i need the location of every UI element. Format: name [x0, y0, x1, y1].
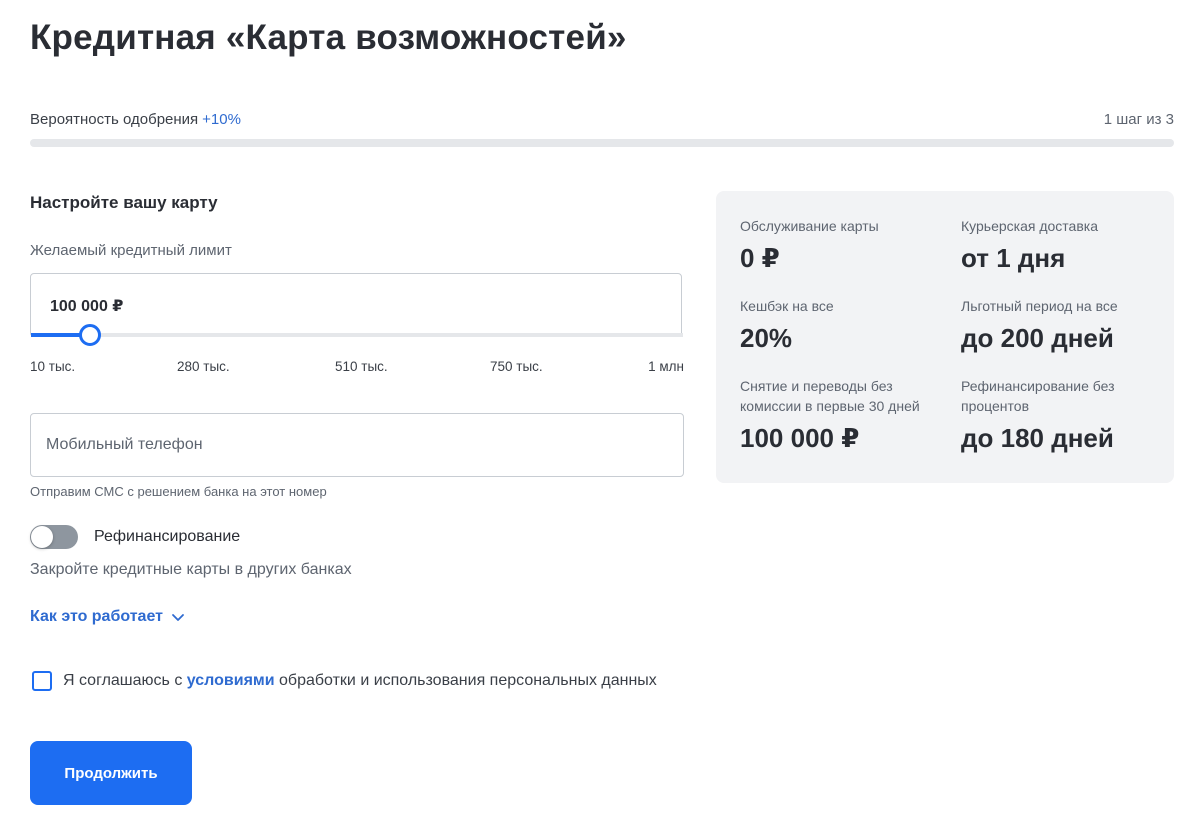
page-title: Кредитная «Карта возможностей»	[30, 18, 627, 57]
benefit-item: Обслуживание карты 0 ₽	[740, 216, 940, 274]
approval-progress-header: Вероятность одобрения +10% 1 шаг из 3	[30, 111, 1174, 131]
benefit-item: Снятие и переводы без комиссии в первые …	[740, 376, 940, 454]
consent-prefix: Я соглашаюсь с	[63, 672, 183, 689]
phone-hint: Отправим СМС с решением банка на этот но…	[30, 484, 327, 499]
credit-limit-field[interactable]: 100 000 ₽	[30, 273, 683, 346]
benefit-label: Обслуживание карты	[740, 218, 879, 234]
consent-row: Я соглашаюсь с условиями обработки и исп…	[32, 671, 657, 691]
consent-text: Я соглашаюсь с условиями обработки и исп…	[63, 672, 657, 690]
benefit-value: 100 000 ₽	[740, 423, 860, 453]
slider-tick: 10 тыс.	[30, 359, 76, 374]
toggle-knob	[31, 526, 53, 548]
how-it-works-label: Как это работает	[30, 608, 163, 625]
chevron-down-icon	[172, 614, 184, 621]
section-title: Настройте вашу карту	[30, 193, 218, 212]
benefit-value: 0 ₽	[740, 243, 780, 273]
refinance-description: Закройте кредитные карты в других банках	[30, 561, 352, 578]
benefit-label: Снятие и переводы без комиссии в первые …	[740, 378, 920, 414]
phone-input[interactable]	[30, 413, 684, 477]
slider-tick: 1 млн	[648, 359, 684, 374]
approval-probability-value: +10%	[202, 111, 241, 128]
slider-tick: 280 тыс.	[177, 359, 230, 374]
refinance-toggle[interactable]	[30, 525, 78, 549]
terms-link[interactable]: условиями	[187, 672, 275, 689]
step-indicator: 1 шаг из 3	[1103, 111, 1174, 128]
credit-limit-value: 100 000 ₽	[50, 298, 124, 315]
benefit-item: Льготный период на все до 200 дней	[961, 296, 1161, 354]
benefit-label: Кешбэк на все	[740, 298, 834, 314]
how-it-works-link[interactable]: Как это работает	[30, 608, 185, 626]
benefit-value: от 1 дня	[961, 243, 1066, 273]
slider-handle[interactable]	[79, 324, 102, 346]
consent-checkbox[interactable]	[32, 671, 52, 691]
credit-limit-label: Желаемый кредитный лимит	[30, 242, 232, 259]
benefit-item: Рефинансирование без процентов до 180 дн…	[961, 376, 1161, 454]
benefit-label: Льготный период на все	[961, 298, 1118, 314]
benefit-value: до 180 дней	[961, 423, 1114, 453]
progress-bar	[30, 139, 1174, 147]
benefit-label: Курьерская доставка	[961, 218, 1098, 234]
continue-button[interactable]: Продолжить	[30, 741, 192, 805]
slider-tick: 750 тыс.	[490, 359, 543, 374]
approval-probability: Вероятность одобрения +10%	[30, 111, 241, 128]
approval-probability-label: Вероятность одобрения	[30, 111, 199, 128]
consent-suffix: обработки и использования персональных д…	[279, 672, 657, 689]
slider-tick-labels: 10 тыс. 280 тыс. 510 тыс. 750 тыс. 1 млн	[30, 359, 684, 377]
benefit-item: Курьерская доставка от 1 дня	[961, 216, 1161, 274]
credit-limit-slider[interactable]	[31, 324, 683, 346]
benefit-item: Кешбэк на все 20%	[740, 296, 940, 354]
card-benefits-panel: Обслуживание карты 0 ₽ Курьерская достав…	[716, 191, 1174, 483]
benefit-value: 20%	[740, 323, 793, 353]
benefit-value: до 200 дней	[961, 323, 1114, 353]
refinance-label: Рефинансирование	[94, 528, 241, 545]
slider-tick: 510 тыс.	[335, 359, 388, 374]
benefit-label: Рефинансирование без процентов	[961, 378, 1115, 414]
